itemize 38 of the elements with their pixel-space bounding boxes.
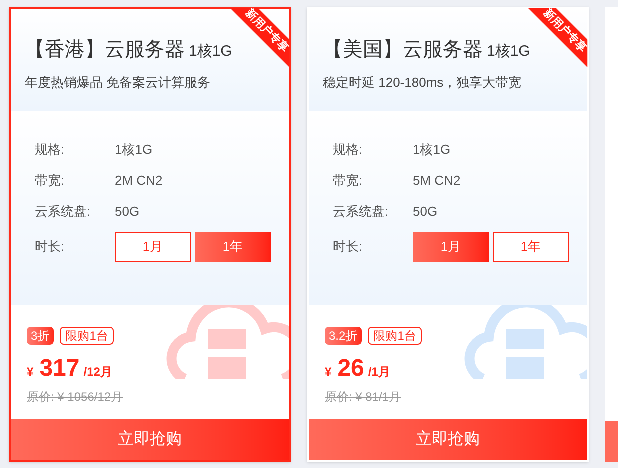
limit-badge: 限购1台 — [368, 327, 422, 345]
spec-value: 50G — [413, 202, 438, 221]
price-period: /12月 — [84, 364, 112, 381]
duration-option[interactable]: 1年 — [195, 232, 271, 262]
price: 26 — [338, 355, 364, 383]
spec-value: 1核1G — [413, 140, 451, 159]
spec-label: 规格: — [35, 140, 66, 159]
card-title: 【香港】云服务器 — [25, 38, 185, 63]
original-price: 原价: ¥ 1056/12月 — [27, 390, 124, 404]
spec-label: 规格: — [333, 140, 364, 159]
duration-option[interactable]: 1月 — [115, 232, 191, 262]
duration-label: 时长: — [35, 238, 66, 256]
card-subtitle: 稳定时延 120-180ms，独享大带宽 — [323, 74, 523, 92]
duration-option[interactable]: 1月 — [413, 232, 489, 262]
buy-button[interactable]: 立即抢购 — [309, 419, 587, 460]
currency-symbol: ¥ — [325, 364, 332, 381]
limit-badge: 限购1台 — [60, 327, 114, 345]
price: 317 — [40, 355, 80, 383]
spec-label: 云系统盘: — [35, 202, 92, 221]
discount-badge: 3.2折 — [325, 327, 362, 345]
spec-value: 5M CN2 — [413, 172, 461, 190]
spec-value: 1核1G — [115, 140, 153, 159]
currency-symbol: ¥ — [27, 364, 34, 381]
spec-value: 50G — [115, 202, 140, 221]
spec-label: 云系统盘: — [333, 202, 390, 221]
duration-option[interactable]: 1年 — [493, 232, 569, 262]
spec-label: 带宽: — [333, 172, 364, 190]
card-spec: 1核1G — [189, 42, 232, 62]
price-period: /1月 — [368, 364, 390, 381]
spec-label: 带宽: — [35, 172, 66, 190]
card-subtitle: 年度热销爆品 免备案云计算服务 — [25, 74, 212, 92]
card-spec: 1核1G — [487, 42, 530, 62]
card-title: 【美国】云服务器 — [323, 38, 483, 63]
discount-badge: 3折 — [27, 327, 54, 345]
original-price: 原价: ¥ 81/1月 — [325, 390, 402, 404]
duration-label: 时长: — [333, 238, 364, 256]
spec-value: 2M CN2 — [115, 172, 163, 190]
buy-button[interactable]: 立即抢购 — [11, 419, 289, 460]
